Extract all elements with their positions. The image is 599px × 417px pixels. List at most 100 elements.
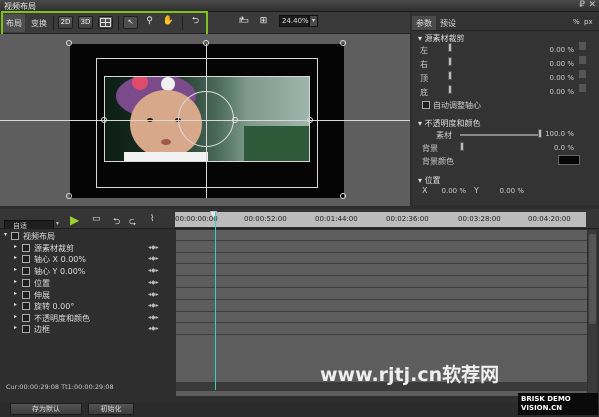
track-checkbox[interactable]: [22, 267, 30, 275]
crop-section-header[interactable]: ▾ 源素材裁剪: [418, 33, 465, 44]
ruler-tick-label: 00:04:20:00: [528, 215, 571, 223]
keyframe-nav-icon[interactable]: ◂◆▸: [148, 302, 159, 309]
crop-right-value[interactable]: 0.00 %: [534, 60, 574, 68]
track-row[interactable]: ▸ 边框 ◂◆▸: [0, 324, 175, 335]
track-name: 轴心 Y 0.00%: [34, 267, 86, 276]
keyframe-nav-icon[interactable]: ◂◆▸: [148, 244, 159, 251]
expand-icon[interactable]: ▸: [14, 278, 17, 285]
track-checkbox[interactable]: [22, 291, 30, 299]
safe-area-icon[interactable]: ▭: [237, 16, 252, 29]
edge-handle[interactable]: [203, 40, 209, 46]
crop-top-value[interactable]: 0.00 %: [534, 74, 574, 82]
collapse-icon[interactable]: ▾: [4, 231, 7, 238]
timeline-ruler[interactable]: [175, 212, 586, 227]
track-row[interactable]: ▸ 位置 ◂◆▸: [0, 278, 175, 289]
percent-unit-icon[interactable]: %: [573, 18, 580, 26]
expand-icon[interactable]: ▸: [14, 266, 17, 273]
keyframe-nav-icon[interactable]: ◂◆▸: [148, 314, 159, 321]
rotation-circle[interactable]: [178, 91, 234, 147]
scrollbar-thumb[interactable]: [589, 234, 596, 324]
keyframe-nav-icon[interactable]: ◂◆▸: [148, 325, 159, 332]
keyframe-icon[interactable]: [579, 70, 586, 78]
keyframe-nav-icon[interactable]: ◂◆▸: [148, 279, 159, 286]
divider: [412, 30, 599, 31]
close-icon[interactable]: ✕: [588, 0, 596, 10]
play-icon[interactable]: ▶: [70, 213, 79, 227]
chevron-down-icon[interactable]: ▾: [56, 220, 59, 227]
track-checkbox[interactable]: [11, 232, 19, 240]
position-title: 位置: [424, 176, 441, 185]
lane-line: [176, 334, 587, 335]
crop-left-value[interactable]: 0.00 %: [534, 46, 574, 54]
pin-icon[interactable]: ₽: [579, 0, 585, 10]
track-checkbox[interactable]: [22, 314, 30, 322]
track-checkbox[interactable]: [22, 325, 30, 333]
corner-handle[interactable]: [66, 40, 72, 46]
edge-handle[interactable]: [101, 117, 107, 123]
material-value[interactable]: 100.0 %: [534, 130, 574, 138]
rotation-handle[interactable]: [232, 117, 238, 123]
expand-icon[interactable]: ▸: [14, 301, 17, 308]
pos-x-value[interactable]: 0.00 %: [426, 187, 466, 195]
crop-bottom-slider[interactable]: [448, 85, 452, 94]
track-row[interactable]: ▸ 伸展 ◂◆▸: [0, 290, 175, 301]
crop-right-slider[interactable]: [448, 57, 452, 66]
crop-right-label: 右: [420, 60, 428, 69]
track-name: 不透明度和颜色: [34, 314, 90, 323]
keyframe-nav-icon[interactable]: ◂◆▸: [148, 291, 159, 298]
keyframe-icon[interactable]: [579, 84, 586, 92]
edge-handle[interactable]: [307, 117, 313, 123]
save-default-button[interactable]: 存为默认: [10, 403, 82, 415]
track-checkbox[interactable]: [22, 244, 30, 252]
track-row[interactable]: ▾ 视频布局: [0, 231, 175, 242]
crop-left-slider[interactable]: [448, 43, 452, 52]
track-row[interactable]: ▸ 旋转 0.00° ◂◆▸: [0, 301, 175, 312]
auto-axis-checkbox[interactable]: [422, 101, 430, 109]
tab-params[interactable]: 参数: [412, 16, 436, 30]
opacity-section-header[interactable]: ▾ 不透明度和颜色: [418, 118, 481, 129]
track-row[interactable]: ▸ 源素材裁剪 ◂◆▸: [0, 243, 175, 254]
track-row[interactable]: ▸ 不透明度和颜色 ◂◆▸: [0, 313, 175, 324]
corner-handle[interactable]: [66, 193, 72, 199]
expand-icon[interactable]: ▸: [14, 290, 17, 297]
pixel-unit-icon[interactable]: px: [584, 18, 593, 26]
track-checkbox[interactable]: [22, 302, 30, 310]
pos-y-value[interactable]: 0.00 %: [484, 187, 524, 195]
tab-presets[interactable]: 预设: [436, 16, 460, 30]
keyframe-nav-icon[interactable]: ◂◆▸: [148, 255, 159, 262]
background-slider[interactable]: [460, 142, 464, 151]
keyframe-icon[interactable]: [579, 56, 586, 64]
expand-icon[interactable]: ▸: [14, 324, 17, 331]
zoom-level-field[interactable]: 24.40%: [279, 15, 309, 27]
initialize-button[interactable]: 初始化: [88, 403, 134, 415]
expand-icon[interactable]: ▸: [14, 313, 17, 320]
playhead-line[interactable]: [215, 212, 216, 390]
expand-icon[interactable]: ▸: [14, 243, 17, 250]
brand-watermark: BRISK DEMO VISION.CN: [518, 393, 598, 415]
next-keyframe-icon[interactable]: ⮎: [129, 214, 136, 228]
track-row[interactable]: ▸ 轴心 Y 0.00% ◂◆▸: [0, 266, 175, 277]
expand-icon[interactable]: ▸: [14, 254, 17, 261]
crop-bottom-value[interactable]: 0.00 %: [534, 88, 574, 96]
track-checkbox[interactable]: [22, 255, 30, 263]
crop-bottom-label: 底: [420, 88, 428, 97]
background-value[interactable]: 0.0 %: [534, 144, 574, 152]
corner-handle[interactable]: [340, 193, 346, 199]
chevron-down-icon[interactable]: ▾: [309, 15, 318, 27]
keyframe-nav-icon[interactable]: ◂◆▸: [148, 267, 159, 274]
track-checkbox[interactable]: [22, 279, 30, 287]
position-section-header[interactable]: ▾ 位置: [418, 175, 441, 186]
track-name: 边框: [34, 325, 50, 334]
curve-icon[interactable]: ⌇: [150, 214, 154, 228]
background-color-swatch[interactable]: [558, 155, 580, 165]
track-row[interactable]: ▸ 轴心 X 0.00% ◂◆▸: [0, 254, 175, 265]
prev-keyframe-icon[interactable]: ⮌: [113, 214, 120, 228]
caption-icon[interactable]: ▭: [92, 214, 101, 228]
crop-keyframe-column: [579, 42, 586, 100]
crop-top-slider[interactable]: [448, 71, 452, 80]
opacity-title: 不透明度和颜色: [424, 119, 481, 128]
cursor-timecode: Cur:00:00:29:08 Tt1:00:00:29:08: [6, 383, 114, 391]
fit-icon[interactable]: ⊞: [256, 16, 271, 29]
corner-handle[interactable]: [340, 40, 346, 46]
keyframe-icon[interactable]: [579, 42, 586, 50]
